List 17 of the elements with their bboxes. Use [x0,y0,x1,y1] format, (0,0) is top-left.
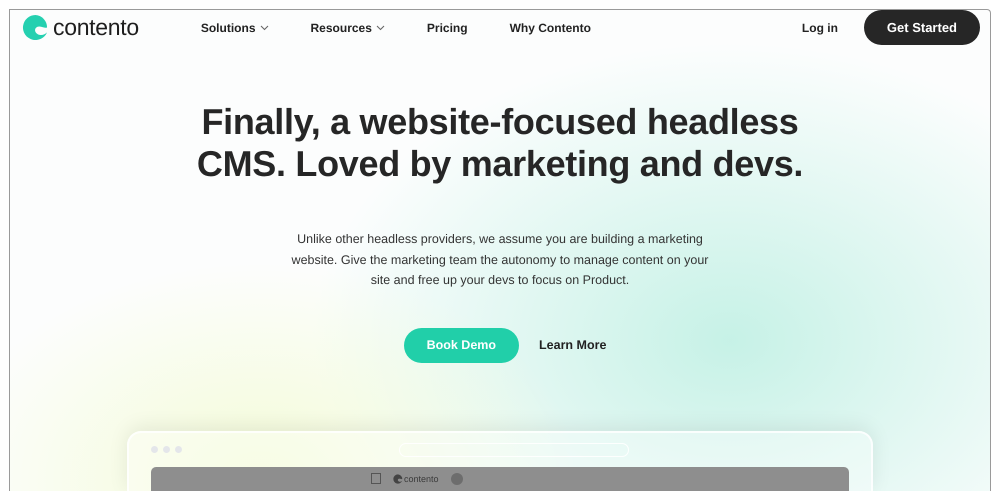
chevron-down-icon [376,24,385,30]
app-brand-name: contento [404,474,439,484]
avatar-icon[interactable] [450,472,463,484]
page-icon [371,473,381,484]
chevron-down-icon [260,24,269,30]
login-link[interactable]: Log in [802,20,838,34]
get-started-button[interactable]: Get Started [864,10,980,45]
logo-icon [393,474,403,484]
nav-link[interactable]: Solutions [200,16,269,38]
hero-headline: Finally, a website-focused headless CMS. Loved by marketing and devs. [196,101,804,185]
learn-more-link[interactable]: Learn More [539,338,606,352]
nav-link[interactable]: Pricing [426,16,468,38]
nav-link[interactable]: Resources [310,16,385,38]
logo-icon [22,14,49,41]
nav-link[interactable]: Why Contento [510,16,591,38]
brand-name: contento [53,14,139,41]
hero-description: Unlike other headless providers, we assume you are building a marketing website. Give the marketing team the autonomy to manage content on your site and free up your devs to focus on Product. [290,231,710,289]
